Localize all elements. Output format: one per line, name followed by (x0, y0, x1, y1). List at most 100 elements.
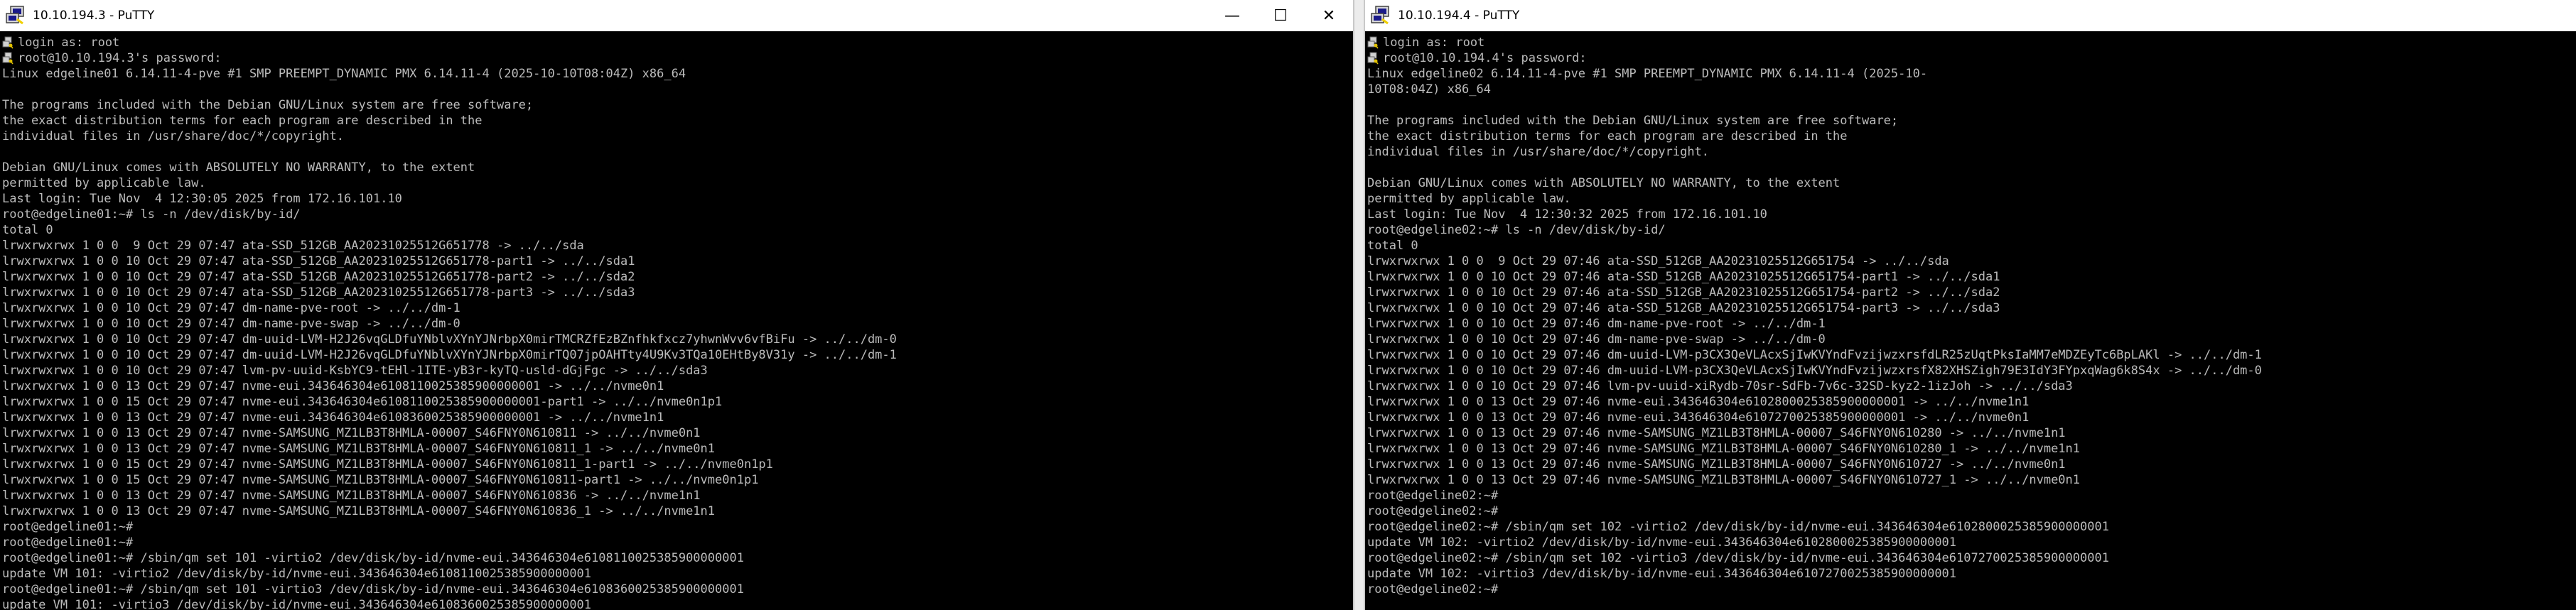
terminal-line-text: Last login: Tue Nov 4 12:30:05 2025 from… (2, 192, 402, 206)
key-icon (1367, 52, 1379, 65)
maximize-button[interactable]: ☐ (1256, 0, 1305, 31)
terminal-line: permitted by applicable law. (1367, 191, 2576, 207)
terminal-line-text: The programs included with the Debian GN… (1367, 114, 1899, 128)
terminal-line-text: root@edgeline01:~# /sbin/qm set 101 -vir… (2, 551, 744, 565)
terminal-line: lrwxrwxrwx 1 0 0 10 Oct 29 07:47 dm-uuid… (2, 347, 1353, 363)
terminal-line-text: lrwxrwxrwx 1 0 0 13 Oct 29 07:46 nvme-eu… (1367, 395, 2030, 409)
terminal-line-text: lrwxrwxrwx 1 0 0 13 Oct 29 07:46 nvme-eu… (1367, 410, 2030, 425)
terminal-line: lrwxrwxrwx 1 0 0 13 Oct 29 07:46 nvme-SA… (1367, 425, 2576, 441)
terminal-line-text: individual files in /usr/share/doc/*/cop… (2, 129, 345, 143)
terminal-line-text: root@edgeline01:~# /sbin/qm set 101 -vir… (2, 582, 744, 597)
terminal-line: permitted by applicable law. (2, 175, 1353, 191)
terminal-line-text: 10T08:04Z) x86_64 (1367, 82, 1491, 97)
terminal-line: lrwxrwxrwx 1 0 0 13 Oct 29 07:47 nvme-SA… (2, 425, 1353, 441)
terminal-line-text: lrwxrwxrwx 1 0 0 13 Oct 29 07:47 nvme-SA… (2, 504, 716, 518)
terminal-line: update VM 101: -virtio2 /dev/disk/by-id/… (2, 566, 1353, 582)
terminal-line-text: lrwxrwxrwx 1 0 0 15 Oct 29 07:47 nvme-eu… (2, 395, 723, 409)
terminal-line: root@edgeline01:~# /sbin/qm set 101 -vir… (2, 582, 1353, 597)
terminal-line-text: lrwxrwxrwx 1 0 0 13 Oct 29 07:47 nvme-SA… (2, 426, 701, 440)
terminal-line: root@edgeline01:~# (2, 535, 1353, 550)
window-titlebar[interactable]: 10.10.194.3 - PuTTY — ☐ ✕ (0, 0, 1353, 31)
terminal-line: lrwxrwxrwx 1 0 0 10 Oct 29 07:46 dm-name… (1367, 316, 2576, 332)
terminal-line-text: update VM 102: -virtio2 /dev/disk/by-id/… (1367, 535, 1957, 550)
terminal-line-text: lrwxrwxrwx 1 0 0 10 Oct 29 07:47 ata-SSD… (2, 285, 635, 300)
terminal-line-text: update VM 101: -virtio2 /dev/disk/by-id/… (2, 567, 592, 581)
terminal-line-text: The programs included with the Debian GN… (2, 98, 534, 112)
terminal-line-text: login as: root (18, 36, 120, 50)
terminal-line: lrwxrwxrwx 1 0 0 10 Oct 29 07:47 ata-SSD… (2, 254, 1353, 269)
desktop: 10.10.194.3 - PuTTY — ☐ ✕ login as: root… (0, 0, 2576, 610)
terminal-line: lrwxrwxrwx 1 0 0 15 Oct 29 07:47 nvme-SA… (2, 472, 1353, 488)
terminal-line-text: root@edgeline02:~# (1367, 582, 1506, 597)
terminal-line: root@edgeline01:~# (2, 519, 1353, 535)
terminal-line: Debian GNU/Linux comes with ABSOLUTELY N… (2, 160, 1353, 175)
terminal-line-text: root@edgeline01:~# (2, 520, 134, 534)
terminal-line: lrwxrwxrwx 1 0 0 15 Oct 29 07:47 nvme-eu… (2, 394, 1353, 410)
terminal-line: lrwxrwxrwx 1 0 0 9 Oct 29 07:46 ata-SSD_… (1367, 254, 2576, 269)
terminal-line: lrwxrwxrwx 1 0 0 10 Oct 29 07:46 dm-uuid… (1367, 347, 2576, 363)
terminal-line-text: total 0 (2, 223, 53, 237)
terminal-line: lrwxrwxrwx 1 0 0 13 Oct 29 07:46 nvme-SA… (1367, 441, 2576, 457)
terminal-line: lrwxrwxrwx 1 0 0 10 Oct 29 07:46 ata-SSD… (1367, 300, 2576, 316)
terminal-line-text: lrwxrwxrwx 1 0 0 13 Oct 29 07:47 nvme-SA… (2, 489, 701, 503)
terminal-line-text: login as: root (1383, 36, 1485, 50)
terminal-line: total 0 (2, 222, 1353, 238)
window-titlebar[interactable]: 10.10.194.4 - PuTTY (1365, 0, 2576, 31)
putty-icon[interactable] (6, 6, 26, 26)
terminal-line-text: the exact distribution terms for each pr… (2, 114, 483, 128)
terminal-line-text: lrwxrwxrwx 1 0 0 13 Oct 29 07:46 nvme-SA… (1367, 426, 2066, 440)
terminal-line-text: root@edgeline02:~# (1367, 504, 1499, 518)
window-title: 10.10.194.4 - PuTTY (1398, 9, 1520, 23)
putty-icon[interactable] (1371, 6, 1391, 26)
terminal-line: lrwxrwxrwx 1 0 0 15 Oct 29 07:47 nvme-SA… (2, 457, 1353, 472)
window-gap (1354, 0, 1364, 610)
terminal-line: lrwxrwxrwx 1 0 0 9 Oct 29 07:47 ata-SSD_… (2, 238, 1353, 254)
terminal-line-text: update VM 102: -virtio3 /dev/disk/by-id/… (1367, 567, 1957, 581)
terminal-line: lrwxrwxrwx 1 0 0 10 Oct 29 07:46 lvm-pv-… (1367, 378, 2576, 394)
putty-window-left[interactable]: 10.10.194.3 - PuTTY — ☐ ✕ login as: root… (0, 0, 1354, 610)
terminal-line-text: lrwxrwxrwx 1 0 0 9 Oct 29 07:47 ata-SSD_… (2, 239, 584, 253)
terminal-line: Last login: Tue Nov 4 12:30:32 2025 from… (1367, 207, 2576, 222)
terminal-line-text: lrwxrwxrwx 1 0 0 10 Oct 29 07:47 dm-uuid… (2, 348, 897, 362)
window-title: 10.10.194.3 - PuTTY (33, 9, 155, 23)
close-button[interactable]: ✕ (1305, 0, 1353, 31)
terminal-line-text: lrwxrwxrwx 1 0 0 13 Oct 29 07:46 nvme-SA… (1367, 473, 2081, 487)
terminal-line-text: Linux edgeline02 6.14.11-4-pve #1 SMP PR… (1367, 67, 1928, 81)
terminal-line: root@edgeline02:~# (1367, 503, 2576, 519)
terminal-line: lrwxrwxrwx 1 0 0 10 Oct 29 07:46 ata-SSD… (1367, 285, 2576, 300)
terminal-line: update VM 102: -virtio3 /dev/disk/by-id/… (1367, 566, 2576, 582)
terminal-line-text: individual files in /usr/share/doc/*/cop… (1367, 145, 1710, 159)
terminal-line-text: lrwxrwxrwx 1 0 0 10 Oct 29 07:46 dm-uuid… (1367, 364, 2262, 378)
terminal-line-text: lrwxrwxrwx 1 0 0 10 Oct 29 07:46 dm-name… (1367, 317, 1826, 331)
terminal-line: root@edgeline02:~# (1367, 582, 2576, 597)
putty-window-right[interactable]: 10.10.194.4 - PuTTY login as: root root@1… (1364, 0, 2576, 610)
minimize-button[interactable]: — (1208, 0, 1256, 31)
terminal-line: root@10.10.194.4's password: (1367, 50, 2576, 66)
terminal-line-text: root@edgeline01:~# ls -n /dev/disk/by-id… (2, 207, 301, 222)
terminal-line: lrwxrwxrwx 1 0 0 13 Oct 29 07:46 nvme-eu… (1367, 394, 2576, 410)
terminal-line: lrwxrwxrwx 1 0 0 10 Oct 29 07:47 ata-SSD… (2, 269, 1353, 285)
terminal-line-text: lrwxrwxrwx 1 0 0 10 Oct 29 07:46 ata-SSD… (1367, 270, 2000, 284)
terminal-line-text: lrwxrwxrwx 1 0 0 15 Oct 29 07:47 nvme-SA… (2, 473, 759, 487)
terminal-line: lrwxrwxrwx 1 0 0 13 Oct 29 07:46 nvme-SA… (1367, 472, 2576, 488)
terminal-line-text: lrwxrwxrwx 1 0 0 13 Oct 29 07:47 nvme-eu… (2, 379, 664, 393)
terminal-line: lrwxrwxrwx 1 0 0 10 Oct 29 07:46 ata-SSD… (1367, 269, 2576, 285)
key-icon (1367, 36, 1379, 49)
terminal-line-text: lrwxrwxrwx 1 0 0 9 Oct 29 07:46 ata-SSD_… (1367, 254, 1949, 268)
terminal-line-text: lrwxrwxrwx 1 0 0 15 Oct 29 07:47 nvme-SA… (2, 457, 773, 472)
terminal-line: root@edgeline01:~# /sbin/qm set 101 -vir… (2, 550, 1353, 566)
key-icon (2, 36, 14, 49)
terminal-line-text: lrwxrwxrwx 1 0 0 13 Oct 29 07:46 nvme-SA… (1367, 442, 2081, 456)
terminal-line: lrwxrwxrwx 1 0 0 13 Oct 29 07:47 nvme-eu… (2, 378, 1353, 394)
terminal-line: lrwxrwxrwx 1 0 0 10 Oct 29 07:47 dm-uuid… (2, 332, 1353, 347)
terminal-line-text: update VM 101: -virtio3 /dev/disk/by-id/… (2, 598, 592, 610)
terminal-line: root@edgeline02:~# (1367, 488, 2576, 503)
terminal-area[interactable]: login as: root root@10.10.194.3's passwor… (0, 31, 1353, 610)
terminal-line: lrwxrwxrwx 1 0 0 10 Oct 29 07:47 ata-SSD… (2, 285, 1353, 300)
terminal-line: root@edgeline01:~# ls -n /dev/disk/by-id… (2, 207, 1353, 222)
terminal-area[interactable]: login as: root root@10.10.194.4's passwor… (1365, 31, 2576, 610)
terminal-line: login as: root (2, 35, 1353, 50)
terminal-line-text: root@edgeline02:~# (1367, 489, 1499, 503)
